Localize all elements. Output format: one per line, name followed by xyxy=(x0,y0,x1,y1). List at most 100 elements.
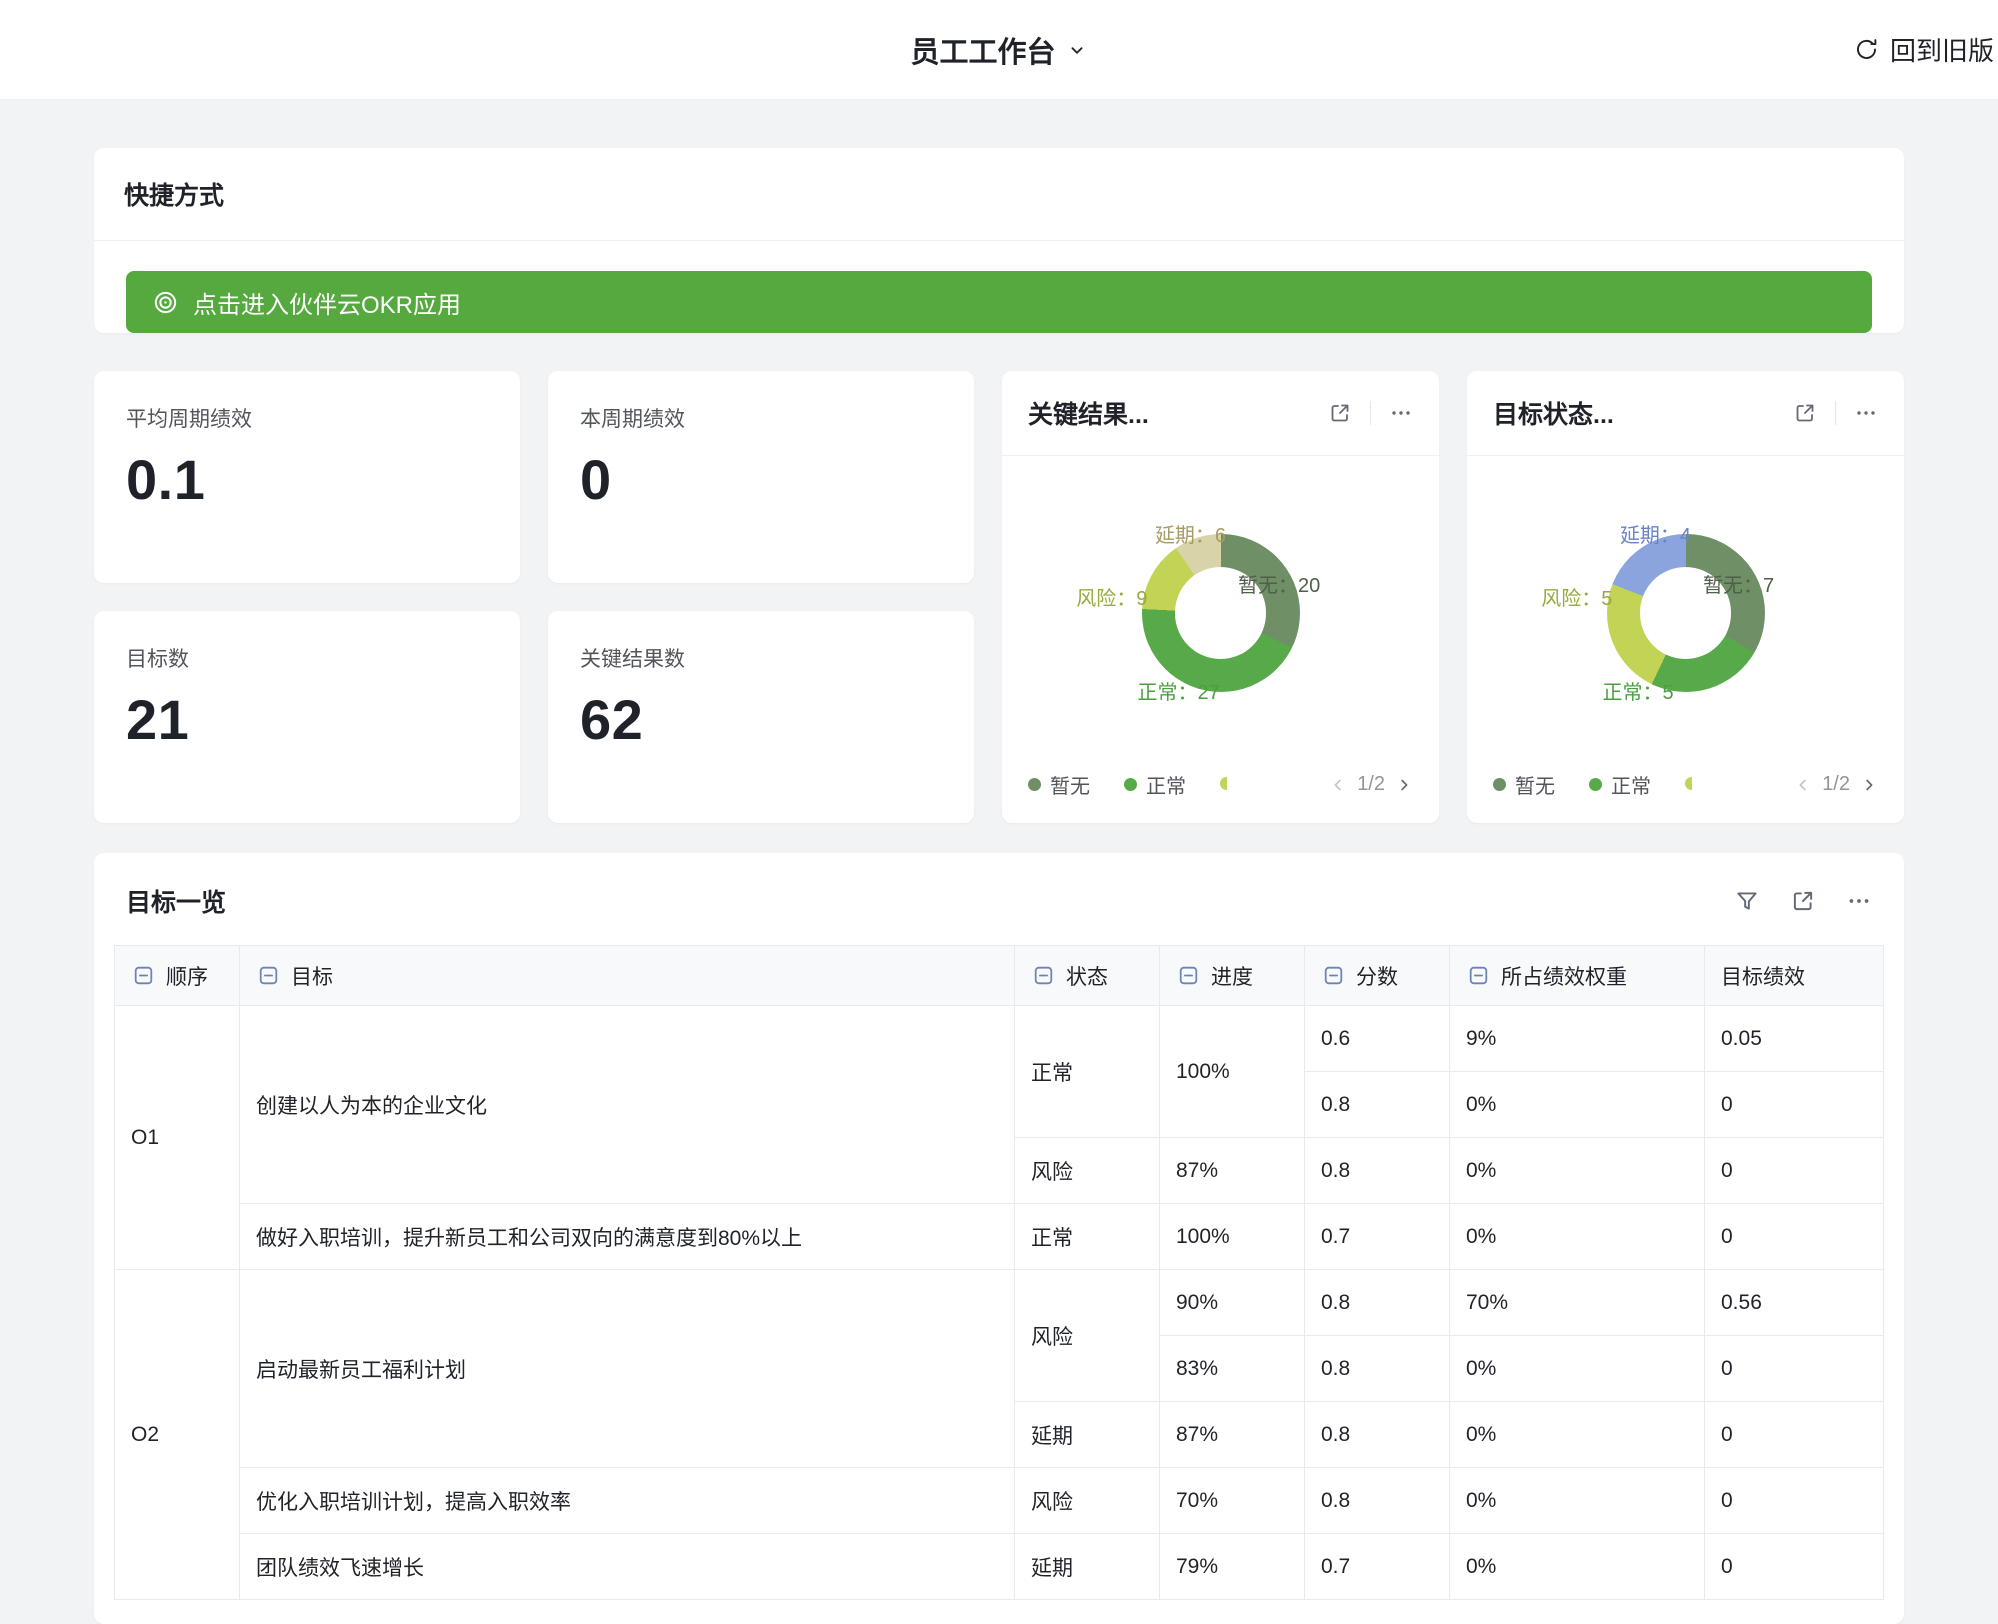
prev-page-icon[interactable] xyxy=(1794,776,1812,794)
legend-item[interactable]: 正常 xyxy=(1589,770,1651,799)
collapse-column-icon[interactable] xyxy=(1466,963,1491,988)
segment-label: 正常：5 xyxy=(1602,676,1673,705)
status-cell: 延期 xyxy=(1015,1402,1160,1468)
status-cell: 风险 xyxy=(1015,1468,1160,1534)
weight-cell: 0% xyxy=(1450,1138,1705,1204)
page-indicator: 1/2 xyxy=(1357,773,1385,796)
next-page-icon[interactable] xyxy=(1860,776,1878,794)
workspace-title-dropdown[interactable]: 员工工作台 xyxy=(910,29,1087,71)
legend-dot xyxy=(1493,778,1506,791)
objectives-table-wrap: 顺序 目标 状态 进度 分数 xyxy=(94,945,1904,1624)
more-icon[interactable] xyxy=(1846,888,1872,914)
collapse-column-icon[interactable] xyxy=(1031,963,1056,988)
col-label: 目标绩效 xyxy=(1721,961,1805,991)
status-cell: 延期 xyxy=(1015,1534,1160,1600)
col-header-progress: 进度 xyxy=(1160,946,1305,1006)
col-label: 分数 xyxy=(1356,961,1398,991)
col-label: 进度 xyxy=(1211,961,1253,991)
collapse-column-icon[interactable] xyxy=(1321,963,1346,988)
progress-cell: 79% xyxy=(1160,1534,1305,1600)
okr-app-banner-button[interactable]: 点击进入伙伴云OKR应用 xyxy=(126,271,1872,333)
collapse-column-icon[interactable] xyxy=(1176,963,1201,988)
perf-cell: 0 xyxy=(1705,1534,1884,1600)
stat-value: 0.1 xyxy=(126,447,488,512)
chart-card-head: 目标状态... xyxy=(1467,371,1904,456)
progress-cell: 70% xyxy=(1160,1468,1305,1534)
key-result-status-card: 关键结果... 暂无：20正常：27风险：9延期：6 暂无 xyxy=(1002,371,1439,823)
legend-item-clipped[interactable] xyxy=(1220,773,1227,796)
more-icon[interactable] xyxy=(1389,401,1413,425)
legend-label: 正常 xyxy=(1146,770,1186,799)
legend-dot xyxy=(1220,777,1227,790)
restore-icon xyxy=(1853,36,1880,63)
legend-item[interactable]: 暂无 xyxy=(1493,770,1555,799)
shortcuts-title: 快捷方式 xyxy=(124,176,224,212)
table-row: 团队绩效飞速增长 延期 79% 0.7 0% 0 xyxy=(115,1534,1884,1600)
legend-item[interactable]: 暂无 xyxy=(1028,770,1090,799)
legend-dot xyxy=(1028,778,1041,791)
stat-label: 目标数 xyxy=(126,643,488,673)
objectives-overview-card: 目标一览 xyxy=(94,853,1904,1624)
stat-label: 本周期绩效 xyxy=(580,403,942,433)
status-cell: 正常 xyxy=(1015,1006,1160,1138)
chart-legend: 暂无 正常 xyxy=(1028,770,1227,799)
col-label: 所占绩效权重 xyxy=(1501,961,1627,991)
collapse-column-icon[interactable] xyxy=(256,963,281,988)
progress-cell: 100% xyxy=(1160,1204,1305,1270)
order-cell: O1 xyxy=(115,1006,240,1270)
status-cell: 风险 xyxy=(1015,1270,1160,1402)
chart-foot: 暂无 正常 1/2 xyxy=(1002,770,1439,823)
segment-label: 风险：9 xyxy=(1076,582,1147,611)
col-label: 顺序 xyxy=(166,961,208,991)
prev-page-icon[interactable] xyxy=(1329,776,1347,794)
stats-grid: 平均周期绩效 0.1 本周期绩效 0 目标数 21 关键结果数 62 关键结果.… xyxy=(94,371,1904,823)
legend-item[interactable]: 正常 xyxy=(1124,770,1186,799)
table-row: O2 启动最新员工福利计划 风险 90% 0.8 70% 0.56 xyxy=(115,1270,1884,1336)
table-row: 优化入职培训计划，提高入职效率 风险 70% 0.8 0% 0 xyxy=(115,1468,1884,1534)
objective-status-card: 目标状态... 暂无：7正常：5风险：5延期：4 暂无 xyxy=(1467,371,1904,823)
more-icon[interactable] xyxy=(1854,401,1878,425)
open-in-new-icon[interactable] xyxy=(1790,888,1816,914)
open-in-new-icon[interactable] xyxy=(1328,401,1352,425)
back-to-old-version-button[interactable]: 回到旧版 xyxy=(1853,0,1994,99)
col-header-objective: 目标 xyxy=(240,946,1015,1006)
shortcuts-card: 快捷方式 点击进入伙伴云OKR应用 xyxy=(94,148,1904,333)
chart-card-head: 关键结果... xyxy=(1002,371,1439,456)
weight-cell: 0% xyxy=(1450,1468,1705,1534)
progress-cell: 87% xyxy=(1160,1402,1305,1468)
perf-cell: 0 xyxy=(1705,1204,1884,1270)
col-header-objective-performance: 目标绩效 xyxy=(1705,946,1884,1006)
segment-label: 暂无：7 xyxy=(1703,569,1774,598)
col-header-status: 状态 xyxy=(1015,946,1160,1006)
stat-card-avg-cycle-performance: 平均周期绩效 0.1 xyxy=(94,371,520,583)
next-page-icon[interactable] xyxy=(1395,776,1413,794)
collapse-column-icon[interactable] xyxy=(131,963,156,988)
chevron-down-icon xyxy=(1066,39,1088,61)
stat-label: 平均周期绩效 xyxy=(126,403,488,433)
perf-cell: 0 xyxy=(1705,1468,1884,1534)
score-cell: 0.8 xyxy=(1305,1072,1450,1138)
score-cell: 0.7 xyxy=(1305,1204,1450,1270)
donut-ring xyxy=(1142,534,1300,692)
stat-card-objective-count: 目标数 21 xyxy=(94,611,520,823)
segment-label: 延期：6 xyxy=(1155,519,1226,548)
stat-value: 21 xyxy=(126,687,488,752)
segment-label: 正常：27 xyxy=(1137,676,1219,705)
open-in-new-icon[interactable] xyxy=(1793,401,1817,425)
chart-title: 目标状态... xyxy=(1493,395,1614,431)
col-header-weight: 所占绩效权重 xyxy=(1450,946,1705,1006)
donut-ring xyxy=(1607,534,1765,692)
dashboard-page: 快捷方式 点击进入伙伴云OKR应用 平均周期绩效 0.1 本周期绩效 0 目标数 xyxy=(0,100,1998,1624)
score-cell: 0.8 xyxy=(1305,1138,1450,1204)
page-indicator: 1/2 xyxy=(1822,773,1850,796)
score-cell: 0.8 xyxy=(1305,1270,1450,1336)
stat-card-key-result-count: 关键结果数 62 xyxy=(548,611,974,823)
target-icon xyxy=(152,289,179,316)
legend-dot xyxy=(1685,777,1692,790)
objectives-card-head: 目标一览 xyxy=(94,853,1904,945)
order-cell: O2 xyxy=(115,1270,240,1600)
stat-value: 62 xyxy=(580,687,942,752)
legend-item-clipped[interactable] xyxy=(1685,773,1692,796)
filter-icon[interactable] xyxy=(1734,888,1760,914)
segment-label: 延期：4 xyxy=(1620,519,1691,548)
